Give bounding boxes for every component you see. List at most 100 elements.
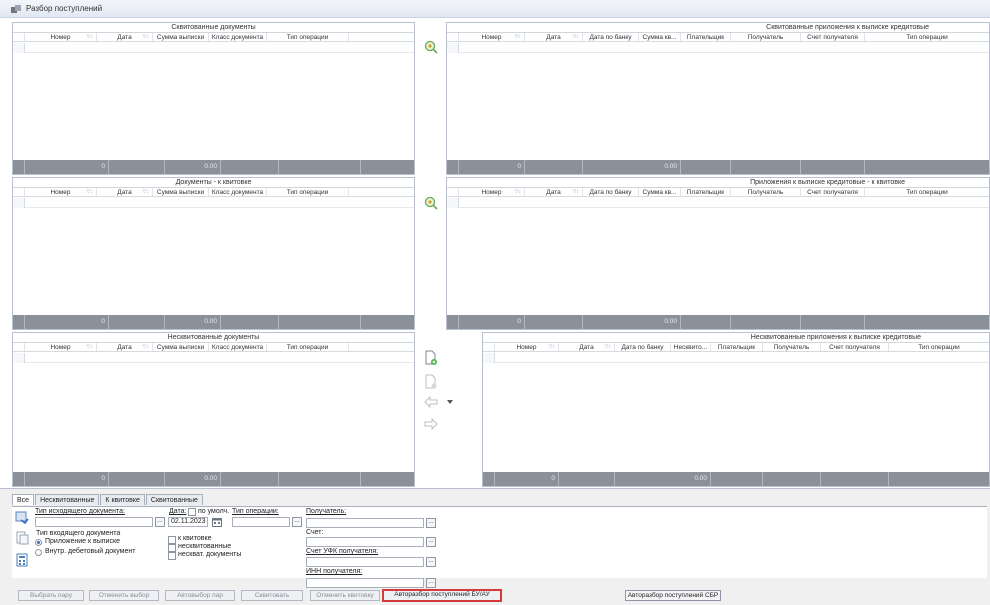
radio-statement[interactable] [35,539,42,546]
by-default-label: по умолч. [198,508,230,515]
op-type-field[interactable] [232,517,290,527]
account-ellipsis-button[interactable]: … [426,537,436,547]
col-class[interactable]: Класс документа [209,188,267,196]
chk-unreconciled-docs[interactable] [168,552,176,560]
col-optype[interactable]: Тип операции [889,343,989,351]
col-sum[interactable]: Сумма выписки [153,33,209,41]
col-bank-date[interactable]: Дата по банку [583,33,639,41]
col-date[interactable]: Дата ▽↕ [97,33,153,41]
document-icon[interactable] [15,531,29,545]
col-optype[interactable]: Тип операции [865,188,989,196]
panel-statements-to-reconcile: Приложения к выписке кредитовые - к квит… [446,177,990,330]
grid[interactable]: Номер ▽↕ Дата ▽↕ Дата по банку Несквито...… [483,342,989,486]
col-bank-date[interactable]: Дата по банку [615,343,671,351]
panel-title: Несквитованные документы [167,334,260,341]
grid[interactable]: Номер ▽↕ Дата ▽↕ Дата по банку Сумма кв...… [447,187,989,329]
grid[interactable]: Номер ▽↕ Дата ▽↕ Дата по банку Сумма кв...… [447,32,989,174]
radio-statement-label: Приложение к выписке [45,538,120,545]
auto-select-pairs-button[interactable]: Автовыбор пар [165,590,235,601]
table-row[interactable] [447,198,989,208]
inn-ellipsis-button[interactable]: … [426,578,436,588]
auto-parse-bu-au-button[interactable]: Авторазбор поступлений БУ/АУ [382,589,502,602]
add-document-icon[interactable] [424,350,438,366]
col-number[interactable]: Номер ▽↕ [25,33,97,41]
inn-field[interactable] [306,578,424,588]
calendar-icon[interactable] [212,517,222,527]
account-label: Счет: [306,529,324,536]
op-type-ellipsis-button[interactable]: … [292,517,302,527]
col-date[interactable]: Дата ▽↕ [97,188,153,196]
col-sum-kv[interactable]: Сумма кв... [639,188,681,196]
col-number[interactable]: Номер ▽↕ [459,33,525,41]
col-class[interactable]: Класс документа [209,343,267,351]
radio-internal-debit[interactable] [35,549,42,556]
recipient-ellipsis-button[interactable]: … [426,518,436,528]
col-recipient[interactable]: Получатель [763,343,821,351]
col-sum[interactable]: Сумма выписки [153,343,209,351]
chk-unreconciled[interactable] [168,544,176,552]
tab-to-reconcile[interactable]: К квитовке [100,494,145,505]
col-sum[interactable]: Сумма выписки [153,188,209,196]
col-optype[interactable]: Тип операции [267,33,349,41]
table-row[interactable] [13,353,414,363]
grid[interactable]: Номер ▽↕ Дата ▽↕ Сумма выписки Класс докум… [13,187,414,329]
col-number[interactable]: Номер ▽↕ [495,343,559,351]
col-date[interactable]: Дата ▽↕ [525,33,583,41]
by-default-checkbox[interactable] [188,508,196,516]
grid-footer: 0 0.00 [483,472,989,486]
col-number[interactable]: Номер ▽↕ [459,188,525,196]
account-field[interactable] [306,537,424,547]
col-recipient-account[interactable]: Счет получателя [801,188,865,196]
arrow-left-icon [424,396,438,408]
col-unreconciled[interactable]: Несквито... [671,343,711,351]
footer-sum: 0.00 [583,160,681,174]
col-date[interactable]: Дата ▽↕ [525,188,583,196]
table-row[interactable] [447,43,989,53]
cancel-select-button[interactable]: Отменить выбор [89,590,159,601]
table-row[interactable] [13,43,414,53]
tab-unreconciled[interactable]: Несквитованные [35,494,100,505]
col-payer[interactable]: Плательщик [681,188,731,196]
ufk-account-ellipsis-button[interactable]: … [426,557,436,567]
search-reconciled-icon[interactable] [424,40,438,54]
col-recipient-account[interactable]: Счет получателя [821,343,889,351]
col-class[interactable]: Класс документа [209,33,267,41]
col-number[interactable]: Номер ▽↕ [25,343,97,351]
col-bank-date[interactable]: Дата по банку [583,188,639,196]
chk-to-reconcile[interactable] [168,536,176,544]
tab-strip: Все Несквитованные К квитовке Сквитованн… [12,494,204,505]
ufk-account-field[interactable] [306,557,424,567]
grid-footer: 0 0.00 [447,315,989,329]
col-recipient[interactable]: Получатель [731,188,801,196]
select-pair-button[interactable]: Выбрать пару [18,590,84,601]
col-sum-kv[interactable]: Сумма кв... [639,33,681,41]
tab-reconciled[interactable]: Сквитованные [145,494,203,505]
col-optype[interactable]: Тип операции [865,33,989,41]
col-recipient[interactable]: Получатель [731,33,801,41]
recipient-field[interactable] [306,518,424,528]
col-optype[interactable]: Тип операции [267,343,349,351]
col-date[interactable]: Дата ▽↕ [97,343,153,351]
auto-parse-sbr-button[interactable]: Авторазбор поступлений СБР [625,590,721,601]
src-doc-type-field[interactable] [35,517,153,527]
col-date[interactable]: Дата ▽↕ [559,343,615,351]
tab-all[interactable]: Все [12,494,35,505]
reconcile-button[interactable]: Сквитовать [241,590,303,601]
search-to-reconcile-icon[interactable] [424,196,438,210]
cancel-reconcile-button[interactable]: Отменить квитовку [310,590,380,601]
col-payer[interactable]: Плательщик [711,343,763,351]
calculator-icon[interactable] [15,553,29,567]
date-field[interactable]: 02.11.2023 [168,517,208,527]
col-payer[interactable]: Плательщик [681,33,731,41]
src-doc-type-ellipsis-button[interactable]: … [155,517,165,527]
col-recipient-account[interactable]: Счет получателя [801,33,865,41]
filter-box: Тип исходящего документа: … Тип входящег… [12,506,987,578]
grid[interactable]: Номер ▽↕ Дата ▽↕ Сумма выписки Класс докум… [13,342,414,486]
table-row[interactable] [13,198,414,208]
table-row[interactable] [483,353,989,363]
refresh-icon[interactable] [15,511,29,525]
grid[interactable]: Номер ▽↕ Дата ▽↕ Сумма выписки Класс докум… [13,32,414,174]
panel-reconciled-docs: Сквитованные документы Номер ▽↕ Дата ▽↕ Су… [12,22,415,175]
col-number[interactable]: Номер ▽↕ [25,188,97,196]
col-optype[interactable]: Тип операции [267,188,349,196]
